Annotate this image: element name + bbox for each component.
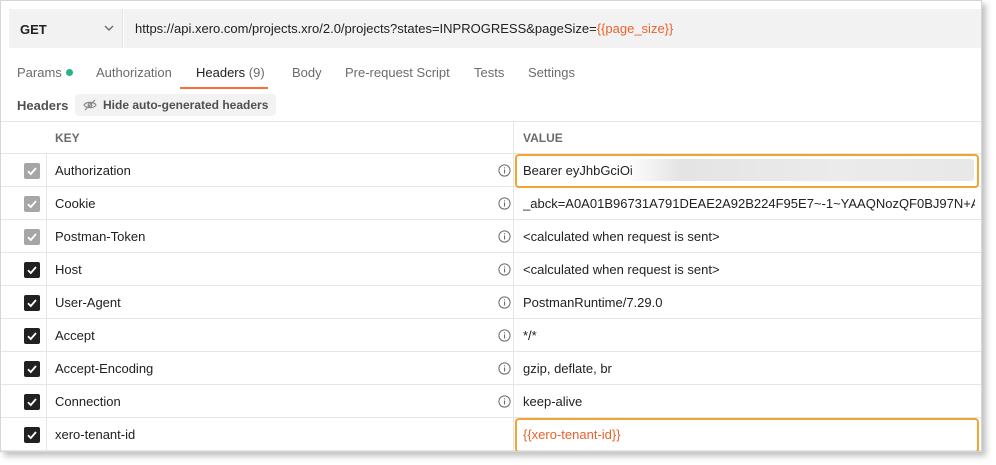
header-key[interactable]: Accept-Encoding [55, 361, 153, 376]
url-text: https://api.xero.com/projects.xro/2.0/pr… [135, 21, 673, 36]
checkmark-icon [27, 431, 37, 440]
table-row: Connection keep-alive [1, 385, 981, 418]
hide-auto-generated-button[interactable]: Hide auto-generated headers [75, 94, 277, 116]
header-key[interactable]: xero-tenant-id [55, 427, 135, 442]
header-key[interactable]: User-Agent [55, 295, 121, 310]
header-value[interactable]: _abck=A0A01B96731A791DEAE2A92B224F95E7~-… [523, 196, 975, 211]
row-checkbox[interactable] [24, 328, 40, 344]
table-row: Accept-Encoding gzip, deflate, br [1, 352, 981, 385]
value-column-header: VALUE [523, 131, 563, 145]
checkmark-icon [27, 398, 37, 407]
info-icon[interactable] [498, 395, 511, 408]
method-selector[interactable]: GET [9, 9, 123, 48]
request-editor: GET https://api.xero.com/projects.xro/2.… [0, 0, 982, 452]
row-checkbox[interactable] [24, 394, 40, 410]
hide-auto-generated-label: Hide auto-generated headers [103, 98, 269, 112]
info-icon[interactable] [498, 164, 511, 177]
active-tab-underline [180, 87, 268, 89]
row-checkbox[interactable] [24, 229, 40, 245]
column-divider [513, 121, 514, 451]
chevron-down-icon [104, 25, 114, 31]
table-header: KEY VALUE [1, 121, 981, 154]
tab-params-label: Params [17, 65, 62, 80]
url-bar: GET https://api.xero.com/projects.xro/2.… [9, 9, 981, 48]
header-value[interactable]: keep-alive [523, 394, 582, 409]
status-dot [65, 69, 73, 76]
header-value[interactable]: <calculated when request is sent> [523, 229, 720, 244]
info-icon[interactable] [498, 230, 511, 243]
authorization-highlight [515, 154, 979, 188]
header-key[interactable]: Connection [55, 394, 121, 409]
table-row: Host <calculated when request is sent> [1, 253, 981, 286]
table-row: Cookie _abck=A0A01B96731A791DEAE2A92B224F… [1, 187, 981, 220]
row-checkbox[interactable] [24, 196, 40, 212]
tab-headers[interactable]: Headers (9) [196, 65, 265, 80]
tab-headers-label: Headers [196, 65, 246, 80]
table-row: Postman-Token <calculated when request is… [1, 220, 981, 253]
info-icon[interactable] [498, 197, 511, 210]
column-divider [46, 154, 47, 451]
checkmark-icon [27, 266, 37, 275]
checkmark-icon [27, 332, 37, 341]
tenant-id-highlight [515, 418, 979, 451]
header-value[interactable]: PostmanRuntime/7.29.0 [523, 295, 662, 310]
info-icon[interactable] [498, 263, 511, 276]
headers-section-title: Headers [17, 98, 69, 113]
checkmark-icon [27, 299, 37, 308]
checkmark-icon [27, 365, 37, 374]
row-checkbox[interactable] [24, 361, 40, 377]
method-label: GET [20, 22, 47, 37]
key-column-header: KEY [55, 131, 80, 145]
info-icon[interactable] [498, 296, 511, 309]
row-checkbox[interactable] [24, 163, 40, 179]
header-value[interactable]: gzip, deflate, br [523, 361, 612, 376]
header-key[interactable]: Host [55, 262, 82, 277]
tab-params[interactable]: Params [17, 65, 73, 80]
url-prefix: https://api.xero.com/projects.xro/2.0/pr… [135, 21, 597, 36]
row-checkbox[interactable] [24, 262, 40, 278]
header-key[interactable]: Accept [55, 328, 95, 343]
headers-count: (9) [248, 65, 265, 80]
url-input[interactable]: https://api.xero.com/projects.xro/2.0/pr… [124, 9, 981, 48]
table-row: Accept */* [1, 319, 981, 352]
table-row: User-Agent PostmanRuntime/7.29.0 [1, 286, 981, 319]
header-key[interactable]: Cookie [55, 196, 95, 211]
checkmark-icon [27, 200, 37, 209]
header-value[interactable]: */* [523, 328, 537, 343]
row-checkbox[interactable] [24, 427, 40, 443]
tab-settings[interactable]: Settings [528, 65, 575, 80]
url-variable: {{page_size}} [596, 21, 674, 36]
eye-off-icon [83, 99, 97, 111]
info-icon[interactable] [498, 362, 511, 375]
tab-authorization[interactable]: Authorization [96, 65, 172, 80]
header-value[interactable]: <calculated when request is sent> [523, 262, 720, 277]
tab-pre-request-script[interactable]: Pre-request Script [345, 65, 450, 80]
tab-body[interactable]: Body [292, 65, 322, 80]
info-icon[interactable] [498, 329, 511, 342]
header-key[interactable]: Postman-Token [55, 229, 145, 244]
header-key[interactable]: Authorization [55, 163, 131, 178]
tab-tests[interactable]: Tests [474, 65, 504, 80]
checkmark-icon [27, 233, 37, 242]
checkmark-icon [27, 167, 37, 176]
row-checkbox[interactable] [24, 295, 40, 311]
